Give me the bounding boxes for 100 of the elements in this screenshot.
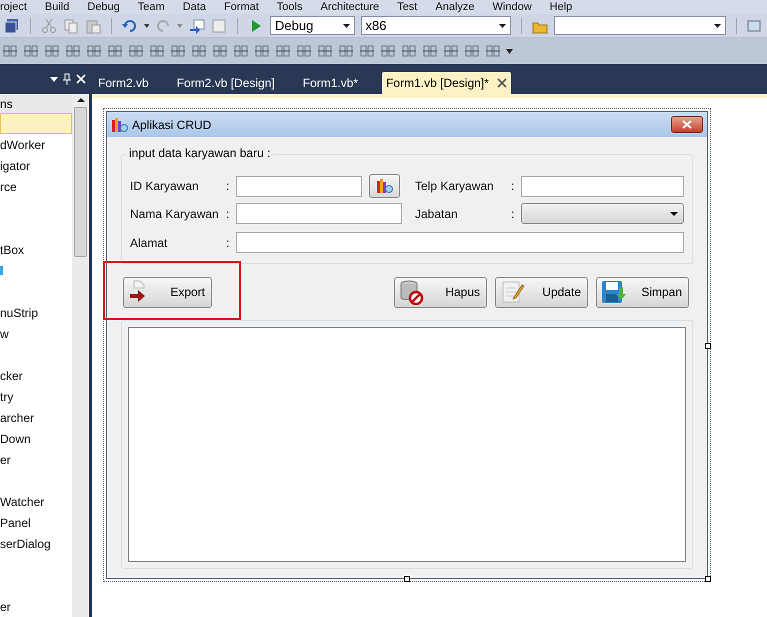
layout-icon[interactable] — [338, 43, 354, 59]
close-icon[interactable] — [496, 78, 507, 88]
export-button[interactable]: Export — [123, 276, 212, 308]
caret-icon — [342, 24, 350, 28]
toolbox-item[interactable]: rce — [0, 176, 72, 197]
menu-item[interactable]: roject — [0, 2, 27, 12]
navigate-icon[interactable] — [189, 18, 206, 34]
field-colon: : — [226, 178, 230, 195]
caret-icon[interactable] — [50, 76, 58, 82]
layout-icon[interactable] — [23, 43, 39, 59]
layout-icon[interactable] — [107, 43, 123, 59]
menu-item[interactable]: Analyze — [435, 2, 475, 12]
layout-icon[interactable] — [65, 43, 81, 59]
layout-icon[interactable] — [464, 43, 480, 59]
menu-item[interactable]: Data — [182, 2, 206, 12]
toolbox-item[interactable]: Watcher — [0, 491, 72, 512]
layout-icon[interactable] — [254, 43, 270, 59]
field-label: Telp Karyawan — [415, 178, 495, 195]
layout-icon[interactable] — [2, 43, 18, 59]
resize-handle[interactable] — [705, 576, 711, 582]
menu-item[interactable]: Format — [224, 2, 259, 12]
input-field[interactable] — [236, 176, 362, 196]
app-icon — [111, 116, 129, 132]
document-tab[interactable]: Form2.vb — [94, 72, 153, 94]
layout-icon[interactable] — [275, 43, 291, 59]
toolbar-dropdown[interactable]: Debug — [270, 16, 354, 35]
toolbox-item[interactable]: serDialog — [0, 533, 72, 554]
input-field[interactable] — [521, 176, 684, 196]
layout-icon[interactable] — [359, 43, 375, 59]
chart-icon — [376, 178, 394, 194]
document-tab[interactable]: Form1.vb* — [298, 72, 362, 94]
caret-icon[interactable] — [144, 24, 150, 28]
toolbox-item[interactable]: er — [0, 596, 72, 617]
field-label: Alamat — [130, 234, 168, 252]
toolbar-dropdown[interactable]: x86 — [360, 16, 512, 35]
toolbox-item[interactable]: Down — [0, 428, 72, 449]
toolbox-item[interactable]: try — [0, 386, 72, 407]
database-delete-icon — [399, 279, 425, 305]
toolbox-item[interactable]: archer — [0, 407, 72, 428]
pin-icon[interactable] — [62, 73, 72, 85]
delete-button[interactable]: Hapus — [394, 276, 487, 308]
layout-icon[interactable] — [317, 43, 333, 59]
toolbox-item[interactable]: nuStrip — [0, 302, 72, 323]
layout-icon[interactable] — [401, 43, 417, 59]
layout-icon[interactable] — [296, 43, 312, 59]
layout-icon[interactable] — [233, 43, 249, 59]
close-button[interactable] — [671, 116, 703, 133]
document-tab[interactable]: Form2.vb [Design] — [172, 72, 279, 94]
toolbox-item[interactable]: igator — [0, 155, 72, 176]
layout-icon[interactable] — [212, 43, 228, 59]
field-label: Nama Karyawan — [130, 206, 220, 222]
menu-item[interactable]: Build — [44, 2, 70, 12]
menu-item[interactable]: Test — [397, 2, 418, 12]
toolbox-item[interactable]: cker — [0, 365, 72, 386]
menu-item[interactable]: Architecture — [320, 2, 380, 12]
resize-handle[interactable] — [404, 576, 410, 582]
toolbox-header[interactable]: ns — [0, 95, 72, 113]
toolbox-item[interactable]: w — [0, 323, 72, 344]
menu-item[interactable]: Debug — [87, 2, 120, 12]
update-button[interactable]: Update — [495, 276, 588, 308]
resize-handle[interactable] — [705, 343, 711, 349]
input-field[interactable] — [236, 203, 402, 224]
layout-icon[interactable] — [170, 43, 186, 59]
layout-icon[interactable] — [422, 43, 438, 59]
layout-icon[interactable] — [149, 43, 165, 59]
close-icon — [682, 120, 692, 129]
document-tab[interactable]: Form1.vb [Design]* — [382, 72, 511, 94]
form-window[interactable]: Aplikasi CRUD input data karyawan baru : ID Karyawan : Telp Karyawan : Nama Karyawan : Jabatan : Alamat : Export Hapus Update Simpan — [106, 111, 708, 579]
caret-icon[interactable] — [506, 48, 513, 54]
layout-icon[interactable] — [191, 43, 207, 59]
lookup-button[interactable] — [369, 174, 400, 198]
layout-icon[interactable] — [86, 43, 102, 59]
toolbox-item[interactable]: Panel — [0, 512, 72, 533]
toolbox-item[interactable]: dWorker — [0, 134, 72, 155]
undo-icon[interactable] — [122, 18, 138, 34]
field-colon: : — [226, 206, 230, 222]
dropdown-field[interactable] — [521, 203, 684, 224]
menu-item[interactable]: Window — [492, 2, 532, 12]
document-edit-icon — [500, 279, 526, 305]
field-colon: : — [511, 206, 516, 222]
caret-icon — [670, 212, 678, 216]
field-colon: : — [511, 178, 516, 195]
toolbox-item[interactable]: tBox — [0, 239, 72, 260]
layout-icon[interactable] — [443, 43, 459, 59]
menu-item[interactable]: Team — [138, 2, 165, 12]
toolbox-item[interactable]: er — [0, 449, 72, 470]
toolbar-dropdown[interactable] — [554, 16, 726, 35]
save-all-icon[interactable] — [4, 18, 20, 34]
save-button[interactable]: Simpan — [596, 276, 689, 308]
scrollbar[interactable] — [72, 94, 89, 617]
caret-icon — [714, 24, 722, 28]
input-field[interactable] — [236, 232, 684, 253]
layout-icon[interactable] — [128, 43, 144, 59]
layout-icon[interactable] — [380, 43, 396, 59]
menu-item[interactable]: Help — [550, 2, 572, 12]
layout-icon[interactable] — [485, 43, 501, 59]
scrollbar-thumb[interactable] — [74, 107, 87, 257]
menu-item[interactable]: Tools — [276, 2, 302, 12]
layout-icon[interactable] — [44, 43, 60, 59]
caret-icon — [499, 24, 506, 28]
